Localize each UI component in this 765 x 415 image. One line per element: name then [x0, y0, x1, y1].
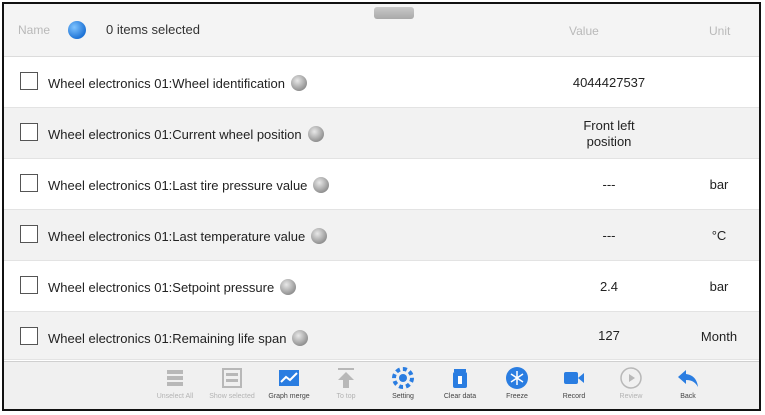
parameter-row[interactable]: Wheel electronics 01:Remaining life span…	[4, 312, 759, 360]
parameter-name: Wheel electronics 01:Setpoint pressure	[48, 280, 275, 295]
record-button[interactable]: Record	[548, 364, 600, 408]
row-checkbox[interactable]	[20, 327, 38, 345]
parameter-name: Wheel electronics 01:Current wheel posit…	[48, 127, 302, 142]
drag-handle[interactable]	[374, 7, 414, 19]
row-checkbox[interactable]	[20, 174, 38, 192]
review-icon	[620, 367, 642, 389]
help-icon[interactable]	[292, 330, 309, 346]
toolbar-label: Show selected	[209, 393, 255, 400]
back-icon	[678, 370, 698, 387]
parameter-list: Wheel electronics 01:Wheel identificatio…	[4, 57, 759, 360]
setting-icon	[392, 367, 414, 389]
parameter-value: ---	[602, 227, 616, 243]
parameter-unit: Month	[700, 328, 738, 344]
clear-data-button[interactable]: Clear data	[434, 364, 486, 408]
parameter-value: 127	[598, 328, 620, 343]
parameter-unit: °C	[711, 228, 727, 243]
toolbar-label: Unselect All	[156, 393, 194, 400]
trash-icon	[453, 369, 467, 388]
unit-column-header: Unit	[709, 24, 731, 38]
freeze-icon	[506, 367, 528, 389]
row-checkbox[interactable]	[20, 276, 38, 294]
to-top-icon	[338, 368, 354, 388]
parameter-name: Wheel electronics 01:Last temperature va…	[48, 229, 306, 244]
graph-icon	[279, 370, 299, 386]
parameter-unit	[684, 108, 754, 159]
parameter-unit: bar	[709, 279, 729, 294]
show-selected-button[interactable]: Show selected	[206, 364, 258, 408]
parameter-value: 2.4	[599, 278, 619, 294]
parameter-row[interactable]: Wheel electronics 01:Current wheel posit…	[4, 108, 759, 159]
bottom-toolbar: Unselect All Show selected Graph merge T…	[4, 361, 759, 409]
back-button[interactable]: Back	[662, 364, 714, 408]
help-icon[interactable]	[280, 279, 297, 295]
list-icon	[167, 370, 183, 386]
info-icon[interactable]	[68, 21, 86, 39]
freeze-button[interactable]: Freeze	[491, 364, 543, 408]
parameter-unit	[684, 57, 754, 108]
row-checkbox[interactable]	[20, 123, 38, 141]
unselect-all-button[interactable]: Unselect All	[149, 364, 201, 408]
review-button[interactable]: Review	[605, 364, 657, 408]
row-checkbox[interactable]	[20, 225, 38, 243]
toolbar-label: Graph merge	[268, 393, 310, 400]
toolbar-label: To top	[336, 393, 356, 400]
toolbar-label: Record	[562, 393, 586, 400]
to-top-button[interactable]: To top	[320, 364, 372, 408]
toolbar-label: Setting	[392, 393, 414, 400]
parameter-value: Front left position	[583, 117, 635, 149]
graph-merge-button[interactable]: Graph merge	[263, 364, 315, 408]
parameter-name: Wheel electronics 01:Last tire pressure …	[48, 178, 308, 193]
setting-button[interactable]: Setting	[377, 364, 429, 408]
help-icon[interactable]	[307, 126, 324, 142]
parameter-name: Wheel electronics 01:Remaining life span	[48, 331, 287, 346]
value-column-header: Value	[569, 24, 599, 38]
parameter-row[interactable]: Wheel electronics 01:Setpoint pressure 2…	[4, 261, 759, 312]
toolbar-label: Clear data	[443, 393, 477, 400]
help-icon[interactable]	[311, 228, 328, 244]
list-selected-icon	[222, 368, 242, 388]
datastream-screen: Name 0 items selected Value Unit Wheel e…	[2, 2, 761, 411]
parameter-row[interactable]: Wheel electronics 01:Wheel identificatio…	[4, 57, 759, 108]
parameter-value: ---	[602, 176, 616, 192]
toolbar-label: Back	[680, 393, 696, 400]
parameter-value: 4044427537	[572, 74, 646, 90]
name-column-header[interactable]: Name	[18, 23, 50, 37]
toolbar-label: Review	[619, 393, 643, 400]
list-header: Name 0 items selected Value Unit	[4, 4, 759, 57]
help-icon[interactable]	[313, 177, 330, 193]
record-icon	[564, 372, 584, 384]
row-checkbox[interactable]	[20, 72, 38, 90]
parameter-unit: bar	[709, 177, 729, 192]
toolbar-label: Freeze	[506, 393, 528, 400]
parameter-row[interactable]: Wheel electronics 01:Last temperature va…	[4, 210, 759, 261]
help-icon[interactable]	[291, 75, 308, 91]
parameter-name: Wheel electronics 01:Wheel identificatio…	[48, 76, 286, 91]
parameter-row[interactable]: Wheel electronics 01:Last tire pressure …	[4, 159, 759, 210]
selection-count: 0 items selected	[106, 22, 200, 37]
